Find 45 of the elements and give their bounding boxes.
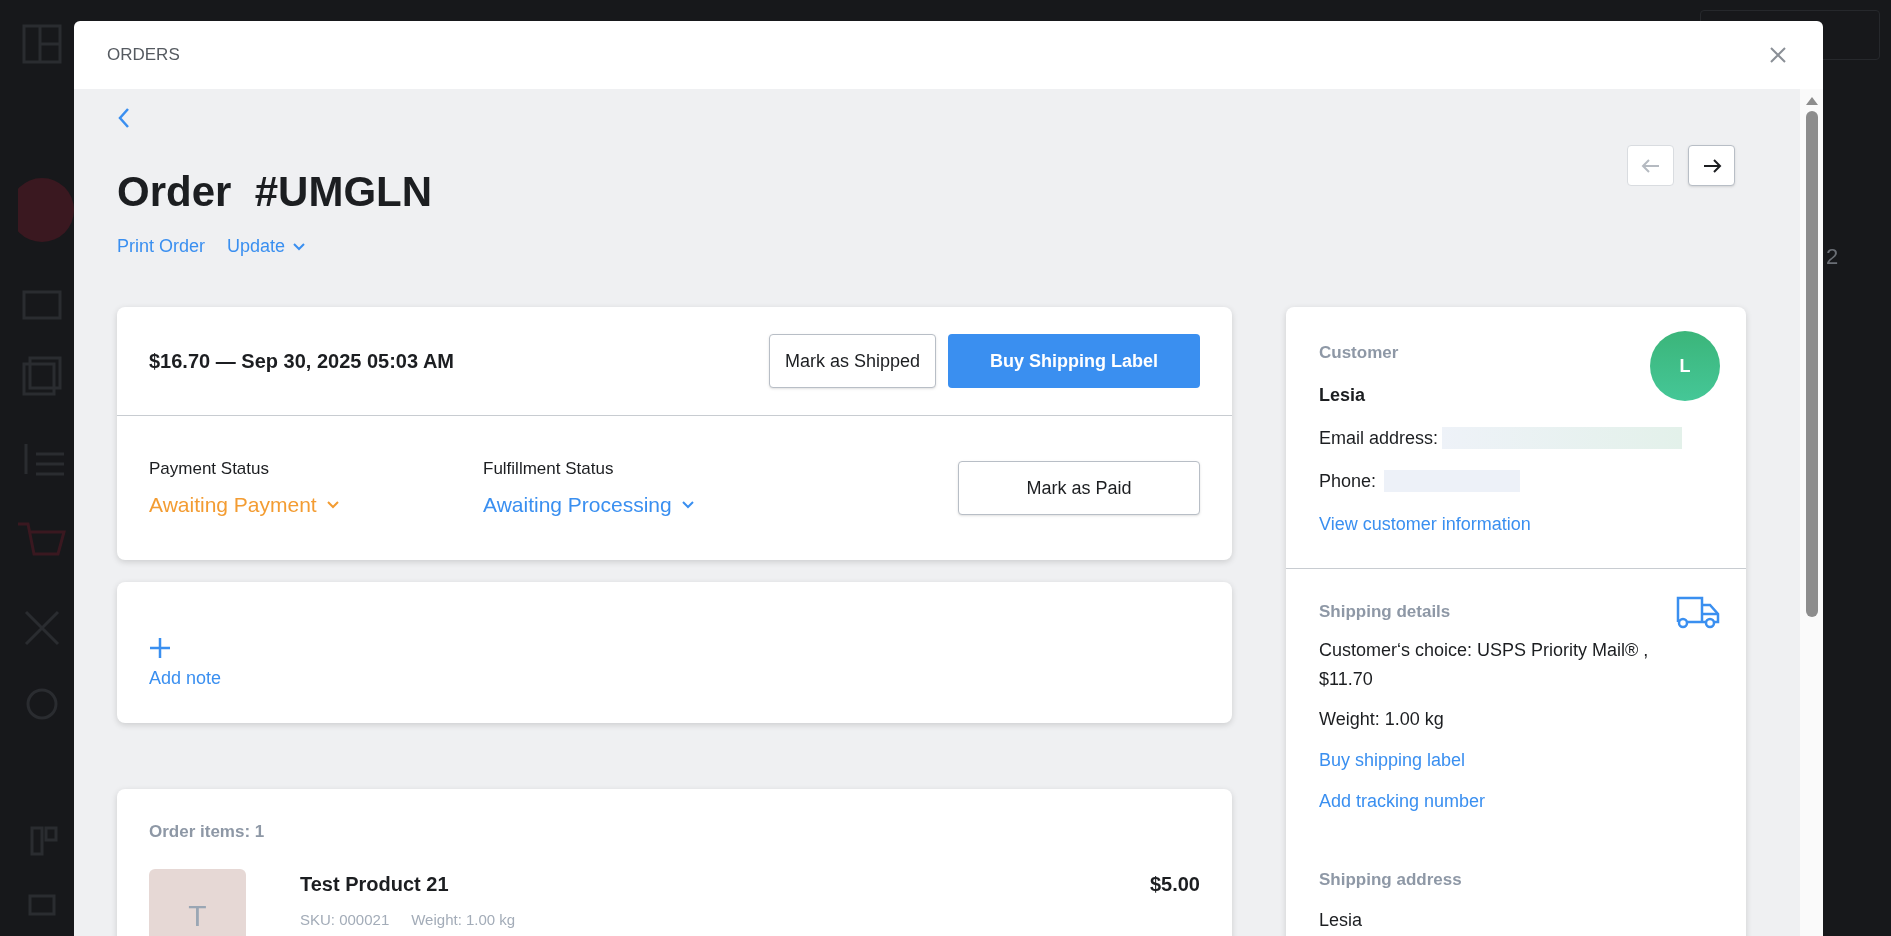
scroll-up-icon: [1805, 97, 1818, 105]
product-sku: SKU: 000021: [300, 909, 390, 930]
mark-paid-button[interactable]: Mark as Paid: [958, 461, 1200, 515]
scrollbar-thumb[interactable]: [1805, 111, 1818, 617]
status-label: Payment Status: [149, 457, 270, 480]
address-name: Lesia: [1319, 908, 1364, 932]
view-customer-link[interactable]: View customer information: [1319, 510, 1713, 538]
truck-icon: [1676, 594, 1720, 629]
print-order-link[interactable]: Print Order: [117, 233, 206, 260]
chevron-down-icon: [326, 500, 339, 509]
order-title: Order #UMGLN: [117, 171, 433, 213]
product-thumbnail: T: [149, 868, 246, 936]
modal-title: ORDERS: [107, 44, 180, 67]
product-name: Test Product 21: [300, 871, 450, 897]
add-tracking-link[interactable]: Add tracking number: [1319, 788, 1713, 815]
product-price: $5.00: [1149, 871, 1200, 897]
customer-heading: Customer: [1319, 342, 1399, 364]
add-note-button[interactable]: Add note: [149, 637, 1200, 692]
status-dropdown[interactable]: Awaiting Payment: [149, 489, 339, 521]
chevron-down-icon: [681, 500, 694, 509]
product-weight: Weight: 1.00 kg: [411, 909, 516, 930]
back-button[interactable]: [117, 107, 131, 129]
page-number: 2: [1826, 243, 1839, 271]
next-order-button[interactable]: [1688, 145, 1735, 186]
address-heading: Shipping address: [1319, 869, 1463, 891]
buy-label-link[interactable]: Buy shipping label: [1319, 747, 1713, 774]
avatar: L: [1650, 331, 1720, 401]
email-label: Email address:: [1319, 426, 1439, 450]
scrollbar[interactable]: [1800, 89, 1823, 936]
customer-name: Lesia: [1319, 383, 1367, 407]
mark-shipped-button[interactable]: Mark as Shipped: [768, 334, 936, 388]
order-items-heading: Order items: 1: [149, 821, 266, 843]
shipping-heading: Shipping details: [1319, 600, 1451, 623]
shipping-choice: Customer‘s choice: USPS Priority Mail® , $11.70: [1319, 639, 1650, 691]
buy-label-button[interactable]: Buy Shipping Label: [948, 334, 1200, 388]
order-total-date: $16.70 — Sep 30, 2025 05:03 AM: [149, 349, 454, 374]
status-label: Fulfillment Status: [483, 457, 615, 480]
plus-icon: [149, 637, 171, 659]
close-icon: [1769, 46, 1787, 64]
chevron-down-icon: [293, 242, 306, 251]
update-dropdown[interactable]: Update: [227, 233, 306, 260]
status-dropdown[interactable]: Awaiting Processing: [483, 489, 694, 521]
phone-label: Phone:: [1319, 469, 1377, 493]
shipping-weight: Weight: 1.00 kg: [1319, 708, 1445, 731]
back-icon: [117, 107, 131, 129]
